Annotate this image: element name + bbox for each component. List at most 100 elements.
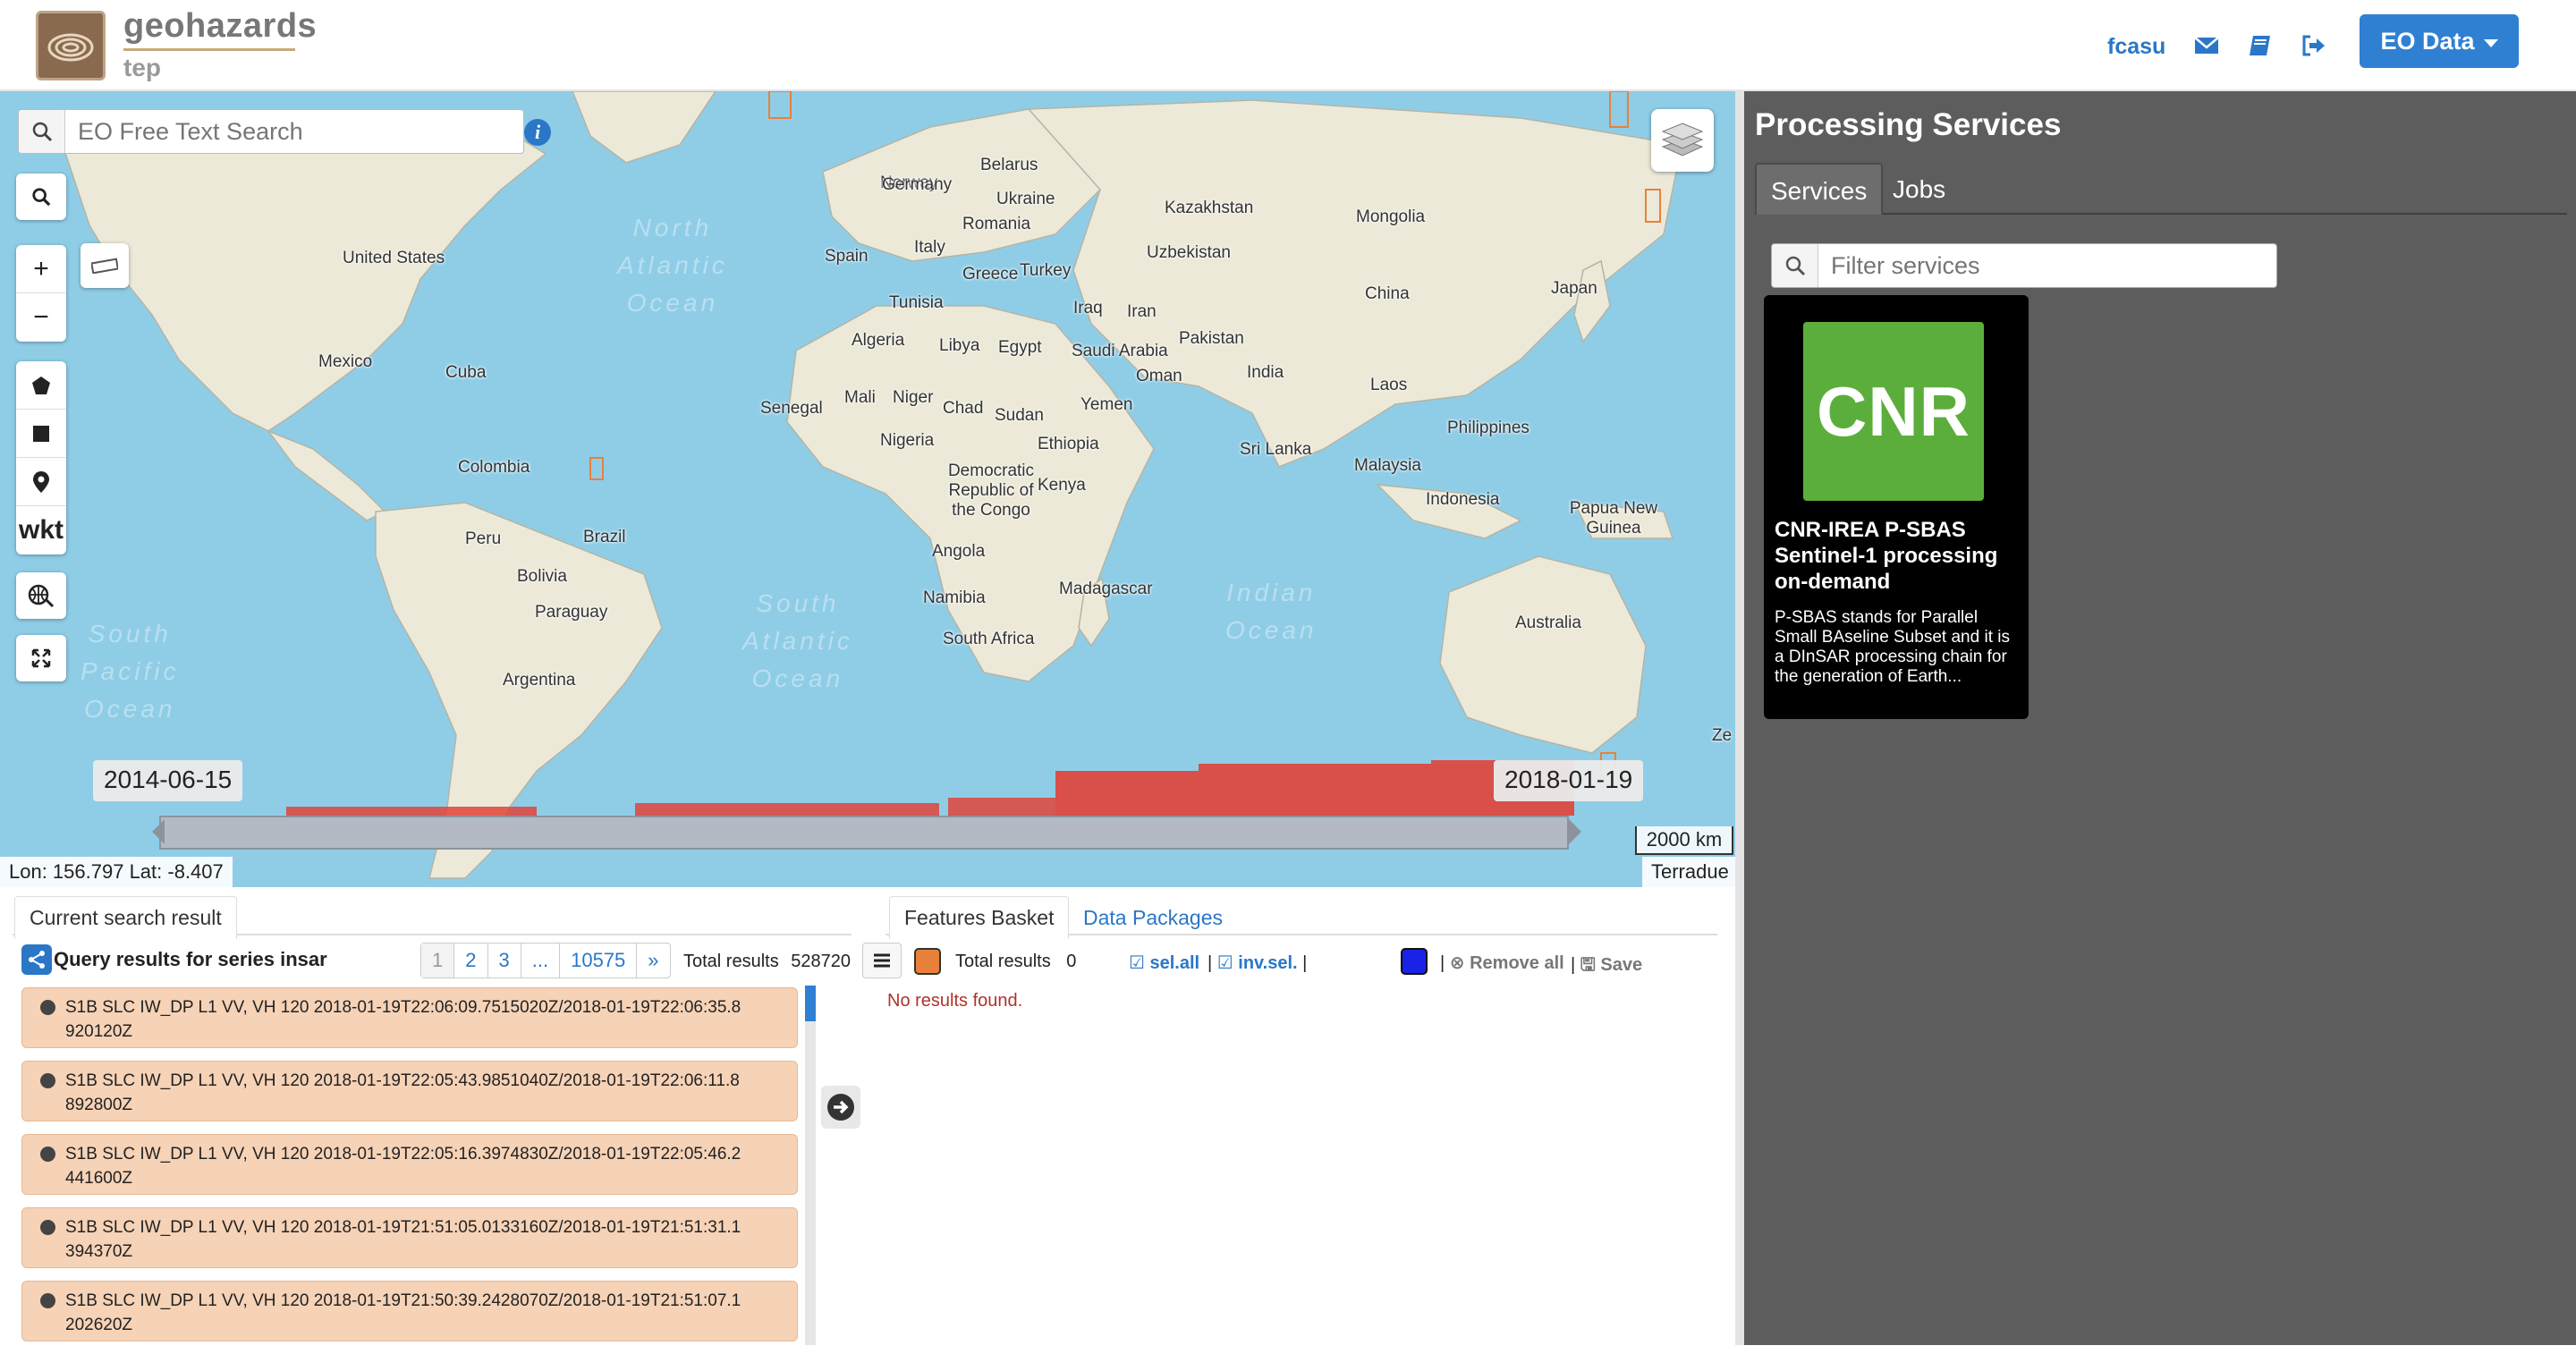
result-row[interactable]: S1B SLC IW_DP L1 VV, VH 120 2018-01-19T2… <box>21 1207 798 1268</box>
map-label: Ethiopia <box>1038 435 1099 453</box>
slider-handle-right[interactable] <box>1569 819 1581 844</box>
map-label: Chad <box>943 399 984 418</box>
result-row[interactable]: S1B SLC IW_DP L1 VV, VH 120 2018-01-19T2… <box>21 1061 798 1121</box>
polygon-tool[interactable] <box>16 361 66 410</box>
result-text: S1B SLC IW_DP L1 VV, VH 120 2018-01-19T2… <box>65 1291 741 1334</box>
page-last[interactable]: 10575 <box>560 944 638 977</box>
page-next[interactable]: » <box>637 944 669 977</box>
map-attribution[interactable]: Terradue <box>1642 857 1735 887</box>
remove-all-link[interactable]: | ⊗ Remove all <box>1440 952 1564 974</box>
result-text: S1B SLC IW_DP L1 VV, VH 120 2018-01-19T2… <box>65 1145 741 1188</box>
service-logo: CNR <box>1803 322 1984 501</box>
map-label: Yemen <box>1080 395 1133 414</box>
timeline-start-date[interactable]: 2014-06-15 <box>93 760 243 801</box>
zoom-in-button[interactable]: + <box>16 245 66 293</box>
map-label: Libya <box>939 336 980 355</box>
timeline-slider[interactable] <box>159 816 1569 850</box>
globe-icon <box>40 1000 55 1015</box>
results-scrollbar[interactable] <box>805 986 816 1345</box>
geohazards-logo[interactable] <box>36 11 106 80</box>
result-row[interactable]: S1B SLC IW_DP L1 VV, VH 120 2018-01-19T2… <box>21 1281 798 1341</box>
globe-search-button[interactable] <box>16 572 66 619</box>
page-3[interactable]: 3 <box>488 944 521 977</box>
page-2[interactable]: 2 <box>454 944 488 977</box>
ruler-icon <box>91 258 118 274</box>
globe-icon <box>40 1293 55 1308</box>
result-row[interactable]: S1B SLC IW_DP L1 VV, VH 120 2018-01-19T2… <box>21 1134 798 1195</box>
tab-jobs[interactable]: Jobs <box>1878 163 1960 215</box>
share-icon[interactable] <box>21 944 52 975</box>
search-icon[interactable] <box>1772 244 1818 287</box>
layers-icon <box>1661 123 1704 157</box>
eo-free-text-search-input[interactable] <box>65 117 513 146</box>
timeline-end-date[interactable]: 2018-01-19 <box>1494 760 1644 801</box>
divider: | <box>1571 955 1576 975</box>
eo-data-dropdown[interactable]: EO Data <box>2360 14 2519 68</box>
ocean-label: North Atlantic Ocean <box>617 214 728 317</box>
tab-data-packages[interactable]: Data Packages <box>1068 896 1238 939</box>
basket-blue-swatch[interactable] <box>1401 948 1428 975</box>
map-label: China <box>1365 284 1410 303</box>
invert-selection-link[interactable]: | ☑ inv.sel. | <box>1208 952 1307 974</box>
ocean-label: South Pacific Ocean <box>80 620 180 723</box>
map-view[interactable]: North Atlantic Ocean South Atlantic Ocean In… <box>0 91 1735 887</box>
page-ellipsis[interactable]: ... <box>521 944 561 977</box>
panel-divider[interactable] <box>1735 91 1744 1345</box>
map-label: Nigeria <box>880 431 935 450</box>
layers-button[interactable] <box>1651 109 1714 172</box>
map-label: Sudan <box>995 406 1044 425</box>
save-link[interactable]: | 🖫 Save <box>1571 952 1642 982</box>
tab-services[interactable]: Services <box>1755 163 1884 215</box>
username-link[interactable]: fcasu <box>2107 34 2165 60</box>
map-label: Mali <box>844 388 876 407</box>
map-label: Bolivia <box>517 567 567 586</box>
tab-current-search-result[interactable]: Current search result <box>14 896 237 939</box>
map-label: India <box>1247 363 1284 382</box>
map-label: Angola <box>932 542 986 561</box>
info-icon[interactable]: i <box>524 119 551 146</box>
tab-features-basket[interactable]: Features Basket <box>889 896 1070 939</box>
map-label: Uzbekistan <box>1147 243 1231 262</box>
page-1[interactable]: 1 <box>421 944 455 977</box>
slider-handle-left[interactable] <box>152 819 165 844</box>
fullscreen-button[interactable] <box>16 635 66 681</box>
map-label: Belarus <box>980 156 1038 174</box>
signout-icon[interactable] <box>2301 32 2327 59</box>
remove-all-label: Remove all <box>1470 953 1564 973</box>
basket-menu-button[interactable] <box>862 943 902 978</box>
search-area-button[interactable] <box>16 173 66 220</box>
map-label: Sri Lanka <box>1240 440 1312 459</box>
map-label: Saudi Arabia <box>1072 342 1168 360</box>
zoom-out-button[interactable]: − <box>16 293 66 342</box>
service-card[interactable]: CNR CNR-IREA P-SBAS Sentinel-1 processin… <box>1764 295 2029 719</box>
measure-button[interactable] <box>80 243 129 288</box>
map-label: Iran <box>1127 302 1157 321</box>
globe-icon <box>40 1147 55 1162</box>
book-icon[interactable] <box>2247 32 2274 59</box>
filter-services-input[interactable] <box>1818 251 2266 280</box>
rectangle-tool[interactable] <box>16 410 66 458</box>
globe-icon <box>40 1073 55 1088</box>
scale-bar: 2000 km <box>1635 826 1733 855</box>
globe-icon <box>40 1220 55 1235</box>
map-label: Romania <box>962 215 1031 233</box>
expand-icon <box>31 648 51 668</box>
point-tool[interactable] <box>16 458 66 506</box>
map-label: Indonesia <box>1426 490 1500 509</box>
result-row[interactable]: S1B SLC IW_DP L1 VV, VH 120 2018-01-19T2… <box>21 987 798 1048</box>
brand-underline <box>123 48 295 51</box>
envelope-icon[interactable] <box>2193 32 2220 59</box>
select-all-link[interactable]: ☑ sel.all <box>1129 952 1199 974</box>
save-label: Save <box>1600 955 1643 975</box>
divider: | <box>1302 953 1308 973</box>
search-icon[interactable] <box>19 110 65 153</box>
ocean-label: Indian Ocean <box>1225 579 1318 644</box>
brand-subtitle: tep <box>123 54 161 81</box>
map-label: Ze <box>1712 726 1733 745</box>
scrollbar-thumb[interactable] <box>805 986 816 1021</box>
add-to-basket-button[interactable] <box>821 1086 860 1129</box>
wkt-tool[interactable]: wkt <box>16 506 66 554</box>
basket-color-swatch[interactable] <box>914 948 941 975</box>
total-results-text: Total results <box>683 952 779 971</box>
map-label: Brazil <box>583 528 626 546</box>
